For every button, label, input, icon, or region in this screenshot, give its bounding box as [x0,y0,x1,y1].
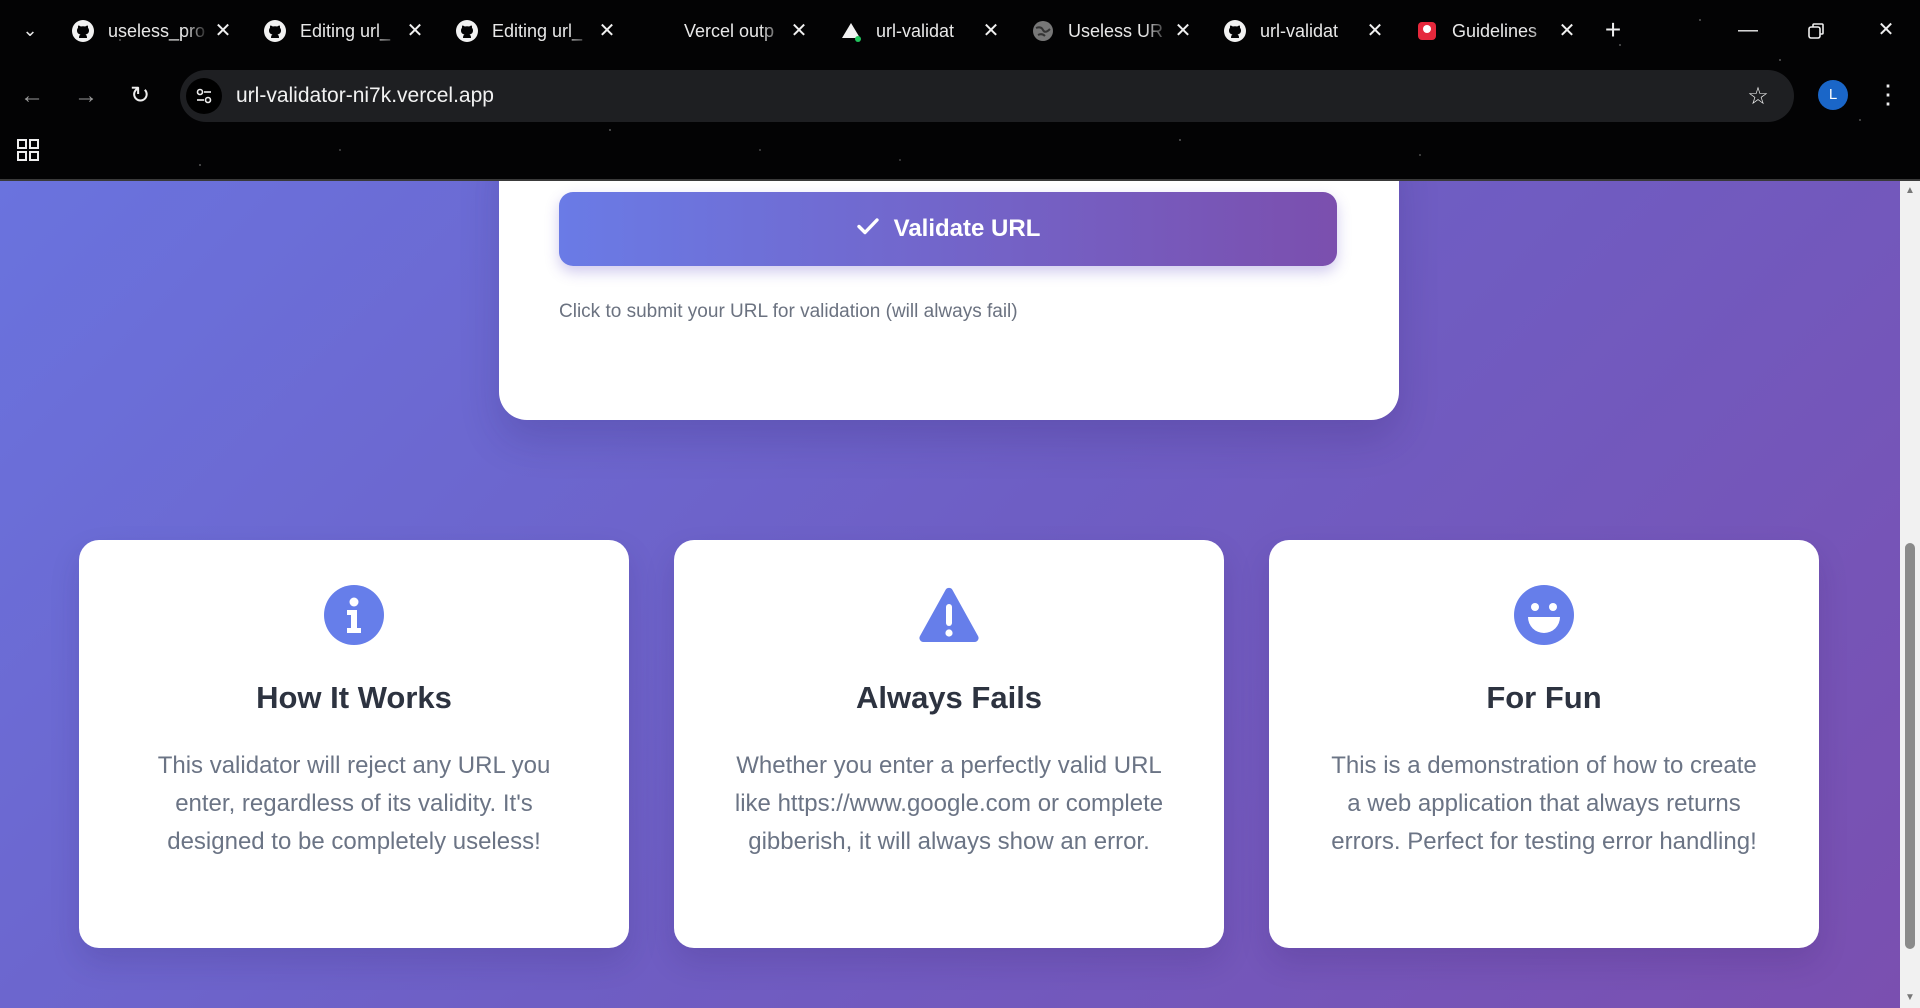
address-bar[interactable]: url-validator-ni7k.vercel.app ☆ [180,70,1794,122]
scroll-up-arrow-icon[interactable]: ▲ [1904,185,1916,197]
vertical-scrollbar[interactable]: ▲ ▼ [1900,181,1920,1008]
vercel-icon [838,18,864,44]
tab-5-active[interactable]: url-validat ✕ [826,10,1014,52]
feature-title: How It Works [256,680,452,715]
tab-title: Vercel outp [684,20,775,41]
restore-icon[interactable] [1796,14,1836,46]
close-icon[interactable]: ✕ [1362,18,1388,44]
tab-7[interactable]: url-validat ✕ [1210,10,1398,52]
close-icon[interactable]: ✕ [1554,18,1580,44]
tab-6[interactable]: Useless UR ✕ [1018,10,1206,52]
tab-title: useless_pro [108,20,206,41]
validator-form-card: Validate URL Click to submit your URL fo… [499,181,1399,420]
tab-4[interactable]: Vercel outp ✕ [634,10,822,52]
github-icon [70,18,96,44]
validate-url-label: Validate URL [893,215,1041,242]
tab-strip: ⌄ useless_pro ✕ Editing url_ ✕ Editing u… [0,0,1920,62]
url-text[interactable]: url-validator-ni7k.vercel.app [236,84,1738,108]
tab-title: Useless UR [1068,20,1164,41]
profile-avatar[interactable]: L [1818,80,1848,110]
feature-description: This validator will reject any URL you e… [157,752,551,855]
feature-card-always-fails: Always Fails Whether you enter a perfect… [674,540,1224,948]
site-settings-icon[interactable] [186,78,222,114]
tab-title: Editing url_ [492,20,583,41]
close-icon[interactable]: ✕ [978,18,1004,44]
tab-title: url-validat [1260,20,1339,41]
red-app-icon [1414,18,1440,44]
feature-card-for-fun: For Fun This is a demonstration of how t… [1269,540,1819,948]
tab-1[interactable]: useless_pro ✕ [58,10,246,52]
minimize-icon[interactable]: — [1728,14,1768,46]
tab-3[interactable]: Editing url_ ✕ [442,10,630,52]
tab-title: url-validat [876,20,955,41]
close-icon[interactable]: ✕ [1170,18,1196,44]
bookmark-star-icon[interactable]: ☆ [1738,82,1778,111]
reload-icon[interactable]: ↻ [122,78,158,114]
close-icon[interactable]: ✕ [402,18,428,44]
tab-8[interactable]: Guidelines ✕ [1402,10,1590,52]
scroll-thumb[interactable] [1905,543,1915,949]
tab-search-chevron-icon[interactable]: ⌄ [16,16,44,44]
tab-title: Editing url_ [300,20,391,41]
github-icon [1222,18,1248,44]
close-icon[interactable]: ✕ [786,18,812,44]
warning-triangle-icon [919,585,979,645]
scroll-down-arrow-icon[interactable]: ▼ [1904,992,1916,1004]
form-hint: Click to submit your URL for validation … [559,301,1018,322]
check-icon [856,214,880,245]
close-icon[interactable]: ✕ [210,18,236,44]
github-icon [454,18,480,44]
browser-toolbar: ← → ↻ url-validator-ni7k.vercel.app ☆ L … [0,62,1920,130]
github-icon [262,18,288,44]
validate-url-button[interactable]: Validate URL [559,192,1337,266]
feature-card-how-it-works: How It Works This validator will reject … [79,540,629,948]
feature-title: Always Fails [855,680,1043,715]
tab-title: Guidelines [1452,20,1538,41]
info-circle-icon [324,585,384,645]
tab-2[interactable]: Editing url_ ✕ [250,10,438,52]
forward-arrow-icon[interactable]: → [68,78,104,114]
apps-grid-icon[interactable] [14,136,44,166]
globe-icon [1030,18,1056,44]
back-arrow-icon[interactable]: ← [14,78,50,114]
close-icon[interactable]: ✕ [594,18,620,44]
feature-title: For Fun [1486,680,1602,715]
browser-chrome: ⌄ useless_pro ✕ Editing url_ ✕ Editing u… [0,0,1920,181]
new-tab-button[interactable]: + [1598,16,1628,46]
feature-description: Whether you enter a perfectly valid URL … [734,752,1164,855]
window-close-icon[interactable]: ✕ [1866,14,1906,46]
blank-favicon [646,18,672,44]
page-viewport: Validate URL Click to submit your URL fo… [0,181,1900,1008]
menu-kebab-icon[interactable]: ⋮ [1874,76,1902,112]
smile-icon [1514,585,1574,645]
feature-description: This is a demonstration of how to create… [1331,752,1757,855]
